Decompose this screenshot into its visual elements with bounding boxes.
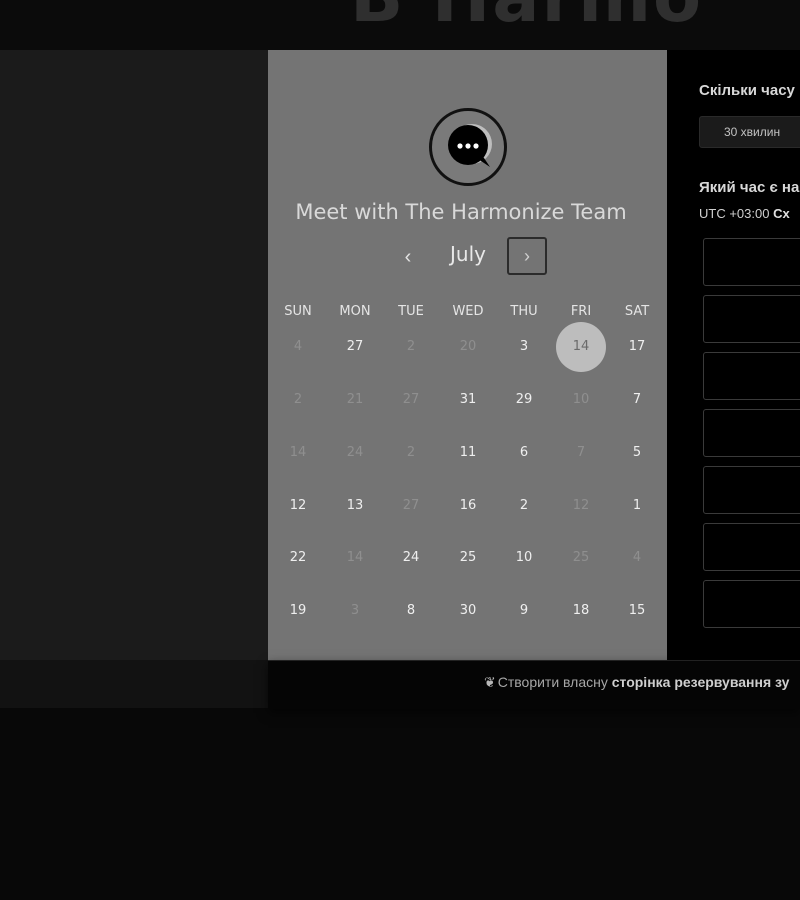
time-slot-button[interactable] [703,580,800,628]
calendar-day: 14 [346,550,364,565]
calendar-day[interactable]: 10 [499,533,549,583]
calendar-day: 21 [346,392,364,407]
calendar-day: 4 [293,339,303,354]
meeting-title: Meet with The Harmonize Team [295,200,627,224]
calendar-day[interactable]: 31 [443,375,493,425]
calendar-day[interactable]: 27 [330,322,380,372]
duration-heading: Скільки часу [699,82,795,99]
calendar-day: 7 [576,445,586,460]
calendar-day: 24 [346,445,364,460]
calendar-day-selected[interactable]: 14 [556,322,606,372]
calendar-day: 27 [402,498,420,513]
calendar-day: 27 [402,392,420,407]
next-month-button[interactable]: › [507,237,547,275]
weekday-wed: WED [452,304,484,319]
calendar-day[interactable]: 25 [443,533,493,583]
calendar-day: 2 [406,339,416,354]
duration-option-button[interactable]: 30 хвилин [699,116,800,148]
sprocket-icon: ❦ [484,674,496,690]
weekday-sun: SUN [284,304,312,319]
footer-link-prefix: Створити власну [497,674,608,690]
weekday-tue: TUE [398,304,424,319]
calendar-day[interactable]: 22 [273,533,323,583]
calendar-day[interactable]: 9 [499,586,549,636]
calendar-day[interactable]: 1 [612,481,662,531]
calendar-day[interactable]: 5 [612,428,662,478]
top-header-bar: B Harmo [0,0,800,50]
timezone-label: UTC +03:00 Сх [699,206,790,221]
time-slot-button[interactable] [703,352,800,400]
time-slot-button[interactable] [703,466,800,514]
calendar-day[interactable]: 2 [499,481,549,531]
footer-bar: ❦ Створити власну сторінка резервування з… [268,660,800,709]
calendar-day[interactable]: 29 [499,375,549,425]
timezone-name: Сх [773,206,790,221]
calendar-day: 20 [459,339,477,354]
calendar-day[interactable]: 12 [273,481,323,531]
calendar-day: 4 [632,550,642,565]
left-background-panel [0,50,268,660]
left-footer-strip [0,660,268,708]
calendar-day[interactable]: 16 [443,481,493,531]
calendar-day[interactable]: 24 [386,533,436,583]
header-logo: B Harmo [350,0,703,38]
create-booking-page-link[interactable]: ❦ Створити власну сторінка резервування з… [484,674,789,691]
calendar-day: 3 [350,603,360,618]
weekday-fri: FRI [570,304,592,319]
calendar-day[interactable]: 18 [556,586,606,636]
calendar-day: 25 [572,550,590,565]
team-avatar [429,108,507,186]
scheduler-panel: Скільки часу 30 хвилин Який час є на UTC… [667,50,800,660]
calendar-day[interactable]: 8 [386,586,436,636]
weekday-sat: SAT [624,304,650,319]
weekday-thu: THU [510,304,538,319]
time-slot-button[interactable] [703,295,800,343]
calendar-day[interactable]: 13 [330,481,380,531]
calendar-day[interactable]: 17 [612,322,662,372]
calendar-day: 14 [289,445,307,460]
timezone-offset: UTC +03:00 [699,206,770,221]
weekday-mon: MON [339,304,371,319]
calendar-day[interactable]: 6 [499,428,549,478]
calendar-day[interactable]: 3 [499,322,549,372]
calendar-day: 2 [293,392,303,407]
calendar-day[interactable]: 11 [443,428,493,478]
time-slot-button[interactable] [703,238,800,286]
calendar-day[interactable]: 7 [612,375,662,425]
calendar-day[interactable]: 19 [273,586,323,636]
time-heading: Який час є на [699,179,800,196]
calendar-panel: Meet with The Harmonize Team ‹ July › SU… [268,50,667,660]
time-slot-button[interactable] [703,523,800,571]
calendar-day: 10 [572,392,590,407]
calendar-day[interactable]: 15 [612,586,662,636]
calendar-day: 12 [572,498,590,513]
chat-bubble-icon [448,124,492,167]
calendar-day: 2 [406,445,416,460]
time-slot-button[interactable] [703,409,800,457]
calendar-day[interactable]: 30 [443,586,493,636]
prev-month-button[interactable]: ‹ [393,240,423,274]
month-label: July [450,242,486,266]
footer-link-bold: сторінка резервування зу [611,674,790,690]
